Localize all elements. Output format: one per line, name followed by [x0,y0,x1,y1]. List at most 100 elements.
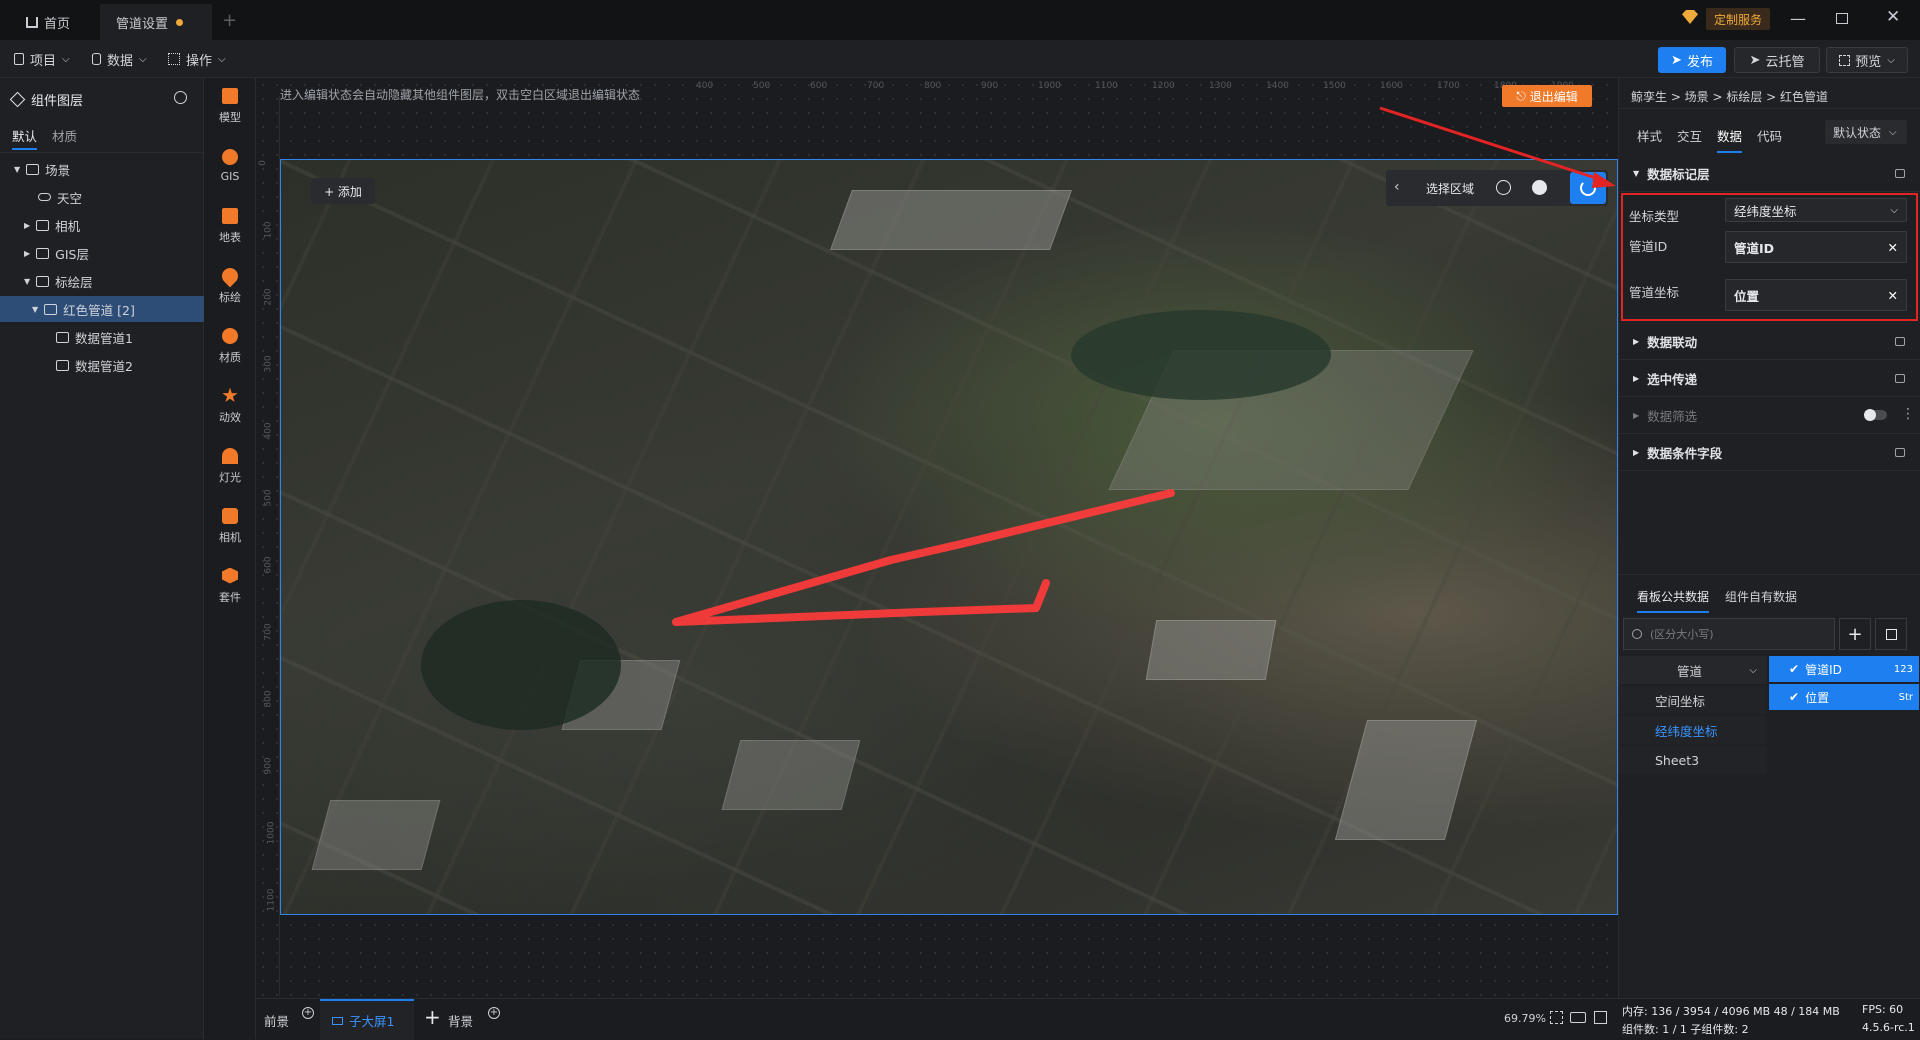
coord-type-select[interactable]: 经纬度坐标 ⌵ [1725,198,1907,222]
rail-label: 地表 [219,230,241,244]
layers-tab-default[interactable]: 默认 [12,126,38,150]
monitor-icon [332,1016,343,1025]
model-icon [222,87,238,104]
tab-pipe-settings[interactable]: 管道设置 [100,4,212,40]
new-tab-button[interactable]: + [222,10,237,31]
layer-front[interactable]: 前景 [264,1011,289,1030]
tab-interaction[interactable]: 交互 [1677,126,1702,145]
tree-item-data-pipe-1[interactable]: 数据管道1 [0,324,204,350]
ruler-tick-label: 500 [263,489,274,507]
rail-effects[interactable]: 动效 [204,378,256,434]
keyboard-icon[interactable] [1570,1012,1586,1023]
caret-right-icon: ▶ [1633,411,1640,420]
tree-item-camera[interactable]: ▶ 相机 [0,212,204,238]
edit-data-button[interactable] [1875,618,1907,650]
rail-camera[interactable]: 相机 [204,498,256,554]
ruler-tick-label: 1000 [266,821,277,845]
rail-label: 模型 [219,110,241,124]
menu-operate[interactable]: 操作 ⌵ [168,48,226,70]
section-data-marker[interactable]: ▼ 数据标记层 [1619,156,1920,192]
field-name: 管道ID [1805,662,1842,677]
section-condition-fields[interactable]: ▶ 数据条件字段 [1619,435,1920,471]
ruler-tick-label: 1700 [1437,81,1460,91]
add-screen-button[interactable]: + [424,1005,441,1029]
ruler-tick-label: 1600 [1380,81,1403,91]
rail-model[interactable]: 模型 [204,78,256,134]
tab-board-data[interactable]: 看板公共数据 [1637,588,1710,613]
tab-style[interactable]: 样式 [1637,126,1662,145]
3d-scene-viewport[interactable]: + 添加 [280,159,1618,915]
publish-button[interactable]: ➤ 发布 [1658,47,1726,73]
pin-icon [218,264,242,287]
data-search-field[interactable]: (区分大小写) [1623,618,1835,650]
state-select[interactable]: 默认状态 ⌵ [1825,120,1907,144]
section-label: 数据条件字段 [1647,446,1723,461]
rail-terrain[interactable]: 地表 [204,198,256,254]
layer-bg[interactable]: 背景 [448,1011,473,1030]
section-select-pass[interactable]: ▶ 选中传递 [1619,361,1920,397]
clear-icon[interactable]: ✕ [1888,240,1898,255]
add-front-icon[interactable]: + [302,1007,314,1019]
custom-service-button[interactable]: 定制服务 [1706,8,1771,30]
rail-kit[interactable]: 套件 [204,558,256,614]
rail-plot[interactable]: 标绘 [204,258,256,314]
screen-tab[interactable]: 子大屏1 [320,999,414,1040]
tab-home[interactable]: 首页 [10,4,86,40]
filter-toggle[interactable] [1864,409,1887,421]
tab-code[interactable]: 代码 [1757,126,1782,145]
zoom-level[interactable]: 69.79% [1504,1012,1546,1025]
rail-gis[interactable]: GIS [204,138,256,194]
add-button[interactable]: + 添加 [311,178,375,204]
send-icon: ➤ [1749,52,1761,68]
source-label: 空间坐标 [1655,693,1706,709]
lock-icon[interactable] [1895,169,1905,178]
source-pipe[interactable]: 管道 ⌵ [1619,656,1767,684]
tab-own-data[interactable]: 组件自有数据 [1725,588,1797,605]
lock-icon[interactable] [1895,448,1905,457]
caret-down-icon: ▼ [1633,169,1640,178]
tree-item-scene[interactable]: ▼ 场景 [0,156,204,182]
ruler-tick-label: 1200 [1152,81,1175,91]
tree-item-sky[interactable]: 天空 [0,184,204,210]
menu-project[interactable]: 项目 ⌵ [14,48,70,70]
layers-tab-material[interactable]: 材质 [52,126,77,145]
source-space-coord[interactable]: 空间坐标 [1619,686,1767,714]
restore-icon[interactable] [1836,13,1848,24]
terminal-icon[interactable] [1594,1011,1607,1024]
preview-button[interactable]: 预览 ⌵ [1826,47,1908,73]
cloud-hosting-button[interactable]: ➤ 云托管 [1734,47,1820,73]
close-icon[interactable]: ✕ [1886,7,1900,27]
minimize-icon[interactable]: — [1790,9,1806,28]
menu-data[interactable]: 数据 ⌵ [92,48,147,70]
source-lnglat-coord[interactable]: 经纬度坐标 [1619,716,1767,744]
component-count: 组件数: 1 / 1 子组件数: 2 [1622,1023,1749,1036]
menu-data-label: 数据 [107,53,134,69]
add-bg-icon[interactable]: + [488,1007,500,1019]
tree-item-plot-layer[interactable]: ▼ 标绘层 [0,268,204,294]
tree-item-data-pipe-2[interactable]: 数据管道2 [0,352,204,378]
gis-icon [36,247,50,259]
tab-data[interactable]: 数据 [1717,126,1743,153]
field-position[interactable]: ✔ 位置 Str [1769,684,1919,710]
source-sheet3[interactable]: Sheet3 [1619,746,1767,774]
add-data-button[interactable]: + [1839,618,1871,650]
rail-label: 材质 [219,350,241,364]
fit-screen-icon[interactable] [1550,1011,1563,1024]
ruler-tick-label: 300 [263,355,274,373]
tree-item-gis[interactable]: ▶ GIS层 [0,240,204,266]
pipe-coord-field[interactable]: 位置 ✕ [1725,279,1907,311]
search-icon[interactable] [174,91,187,104]
lock-icon[interactable] [1895,337,1905,346]
more-icon[interactable]: ⋮ [1901,406,1915,422]
pipe-id-field[interactable]: 管道ID ✕ [1725,231,1907,263]
rail-material[interactable]: 材质 [204,318,256,374]
field-pipe-id[interactable]: ✔ 管道ID 123 [1769,656,1919,682]
pipe-icon [56,359,69,371]
chevron-down-icon: ⌵ [62,53,70,65]
tree-item-red-pipe[interactable]: ▼ 红色管道 [2] [0,296,204,322]
section-data-link[interactable]: ▶ 数据联动 [1619,324,1920,360]
pipe-icon [56,331,69,343]
lock-icon[interactable] [1895,374,1905,383]
rail-light[interactable]: 灯光 [204,438,256,494]
clear-icon[interactable]: ✕ [1888,288,1898,303]
